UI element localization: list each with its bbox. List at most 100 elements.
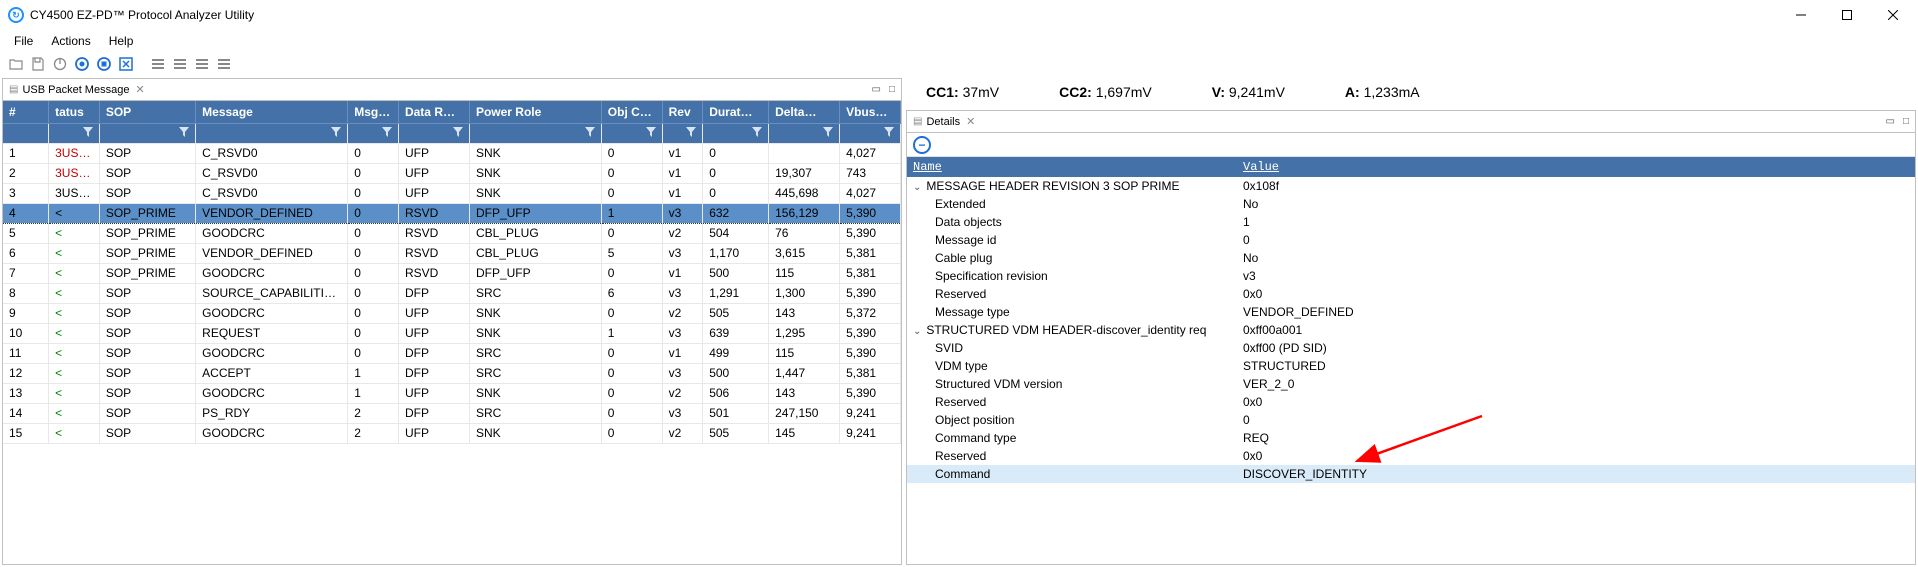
save-icon[interactable] — [28, 54, 48, 74]
details-row[interactable]: Message id0 — [907, 231, 1915, 249]
caret-down-icon[interactable]: ⌄ — [913, 326, 923, 337]
filter-icon[interactable] — [585, 126, 595, 140]
caret-down-icon[interactable]: ⌄ — [913, 182, 923, 193]
details-col-empty[interactable] — [1437, 157, 1915, 177]
details-row[interactable]: ⌄ STRUCTURED VDM HEADER-discover_identit… — [907, 321, 1915, 339]
filter-icon[interactable] — [331, 126, 341, 140]
details-row[interactable]: ExtendedNo — [907, 195, 1915, 213]
details-row[interactable]: Cable plugNo — [907, 249, 1915, 267]
filter-icon[interactable] — [686, 126, 696, 140]
column-header[interactable]: Power Role — [469, 101, 601, 123]
details-restore-icon[interactable]: □ — [1903, 116, 1909, 127]
filter-icon[interactable] — [179, 126, 189, 140]
filter-icon[interactable] — [646, 126, 656, 140]
details-col-value[interactable]: Value — [1237, 157, 1437, 177]
packets-tab-close-icon[interactable]: ✕ — [135, 83, 144, 96]
table-row[interactable]: 10<SOPREQUEST0UFPSNK1v36391,2955,390 — [3, 323, 901, 343]
packets-tab[interactable]: ▤ USB Packet Message ✕ — [3, 81, 151, 98]
table-row[interactable]: 11<SOPGOODCRC0DFPSRC0v14991155,390 — [3, 343, 901, 363]
column-filter[interactable] — [398, 123, 469, 143]
details-col-name[interactable]: Name — [907, 157, 1237, 177]
details-row[interactable]: Specification revisionv3 — [907, 267, 1915, 285]
table-row[interactable]: 8<SOPSOURCE_CAPABILITI…0DFPSRC6v31,2911,… — [3, 283, 901, 303]
column-header[interactable]: # — [3, 101, 49, 123]
open-icon[interactable] — [6, 54, 26, 74]
column-filter[interactable] — [840, 123, 901, 143]
column-filter[interactable] — [3, 123, 49, 143]
pane-restore-icon[interactable]: □ — [889, 84, 895, 95]
table-row[interactable]: 23US_…SOPC_RSVD00UFPSNK0v1019,307743 — [3, 163, 901, 183]
filter-icon[interactable] — [884, 126, 894, 140]
column-filter[interactable] — [662, 123, 703, 143]
table-row[interactable]: 6<SOP_PRIMEVENDOR_DEFINED0RSVDCBL_PLUG5v… — [3, 243, 901, 263]
column-header[interactable]: tatus — [49, 101, 100, 123]
table-row[interactable]: 5<SOP_PRIMEGOODCRC0RSVDCBL_PLUG0v2504765… — [3, 223, 901, 243]
power-icon[interactable] — [50, 54, 70, 74]
table-row[interactable]: 15<SOPGOODCRC2UFPSNK0v25051459,241 — [3, 423, 901, 443]
column-header[interactable]: Rev — [662, 101, 703, 123]
minimize-button[interactable] — [1778, 0, 1824, 30]
table-row[interactable]: 7<SOP_PRIMEGOODCRC0RSVDDFP_UFP0v15001155… — [3, 263, 901, 283]
column-header[interactable]: Obj C… — [601, 101, 662, 123]
collapse-all-icon[interactable]: − — [913, 136, 931, 154]
details-tab[interactable]: ▤ Details ✕ — [907, 113, 981, 130]
details-row[interactable]: Reserved0x0 — [907, 285, 1915, 303]
details-table[interactable]: Name Value ⌄ MESSAGE HEADER REVISION 3 S… — [907, 157, 1915, 483]
column-header[interactable]: Durat… — [703, 101, 769, 123]
details-row[interactable]: Command typeREQ — [907, 429, 1915, 447]
column-filter[interactable] — [49, 123, 100, 143]
column-header[interactable]: Msg… — [348, 101, 399, 123]
details-row[interactable]: Data objects1 — [907, 213, 1915, 231]
column-filter[interactable] — [769, 123, 840, 143]
list2-icon[interactable] — [170, 54, 190, 74]
details-row[interactable]: VDM typeSTRUCTURED — [907, 357, 1915, 375]
clear-icon[interactable] — [116, 54, 136, 74]
column-header[interactable]: SOP — [99, 101, 195, 123]
column-filter[interactable] — [469, 123, 601, 143]
record-icon[interactable] — [72, 54, 92, 74]
details-row[interactable]: Object position0 — [907, 411, 1915, 429]
column-filter[interactable] — [703, 123, 769, 143]
list4-icon[interactable] — [214, 54, 234, 74]
table-cell: 0 — [348, 183, 399, 203]
menu-actions[interactable]: Actions — [43, 32, 98, 50]
menu-help[interactable]: Help — [101, 32, 142, 50]
table-row[interactable]: 14<SOPPS_RDY2DFPSRC0v3501247,1509,241 — [3, 403, 901, 423]
table-row[interactable]: 13<SOPGOODCRC1UFPSNK0v25061435,390 — [3, 383, 901, 403]
list3-icon[interactable] — [192, 54, 212, 74]
details-row[interactable]: ⌄ MESSAGE HEADER REVISION 3 SOP PRIME0x1… — [907, 177, 1915, 195]
details-row[interactable]: Message typeVENDOR_DEFINED — [907, 303, 1915, 321]
details-row[interactable]: CommandDISCOVER_IDENTITY — [907, 465, 1915, 483]
filter-icon[interactable] — [382, 126, 392, 140]
filter-icon[interactable] — [83, 126, 93, 140]
column-header[interactable]: Delta… — [769, 101, 840, 123]
list1-icon[interactable] — [148, 54, 168, 74]
menu-file[interactable]: File — [6, 32, 41, 50]
table-row[interactable]: 9<SOPGOODCRC0UFPSNK0v25051435,372 — [3, 303, 901, 323]
details-tab-close-icon[interactable]: ✕ — [966, 115, 975, 128]
maximize-button[interactable] — [1824, 0, 1870, 30]
column-filter[interactable] — [99, 123, 195, 143]
table-row[interactable]: 33US_…SOPC_RSVD00UFPSNK0v10445,6984,027 — [3, 183, 901, 203]
table-row[interactable]: 4<SOP_PRIMEVENDOR_DEFINED0RSVDDFP_UFP1v3… — [3, 203, 901, 223]
column-header[interactable]: Vbus… — [840, 101, 901, 123]
filter-icon[interactable] — [752, 126, 762, 140]
column-filter[interactable] — [348, 123, 399, 143]
details-row[interactable]: Reserved0x0 — [907, 393, 1915, 411]
filter-icon[interactable] — [823, 126, 833, 140]
details-row[interactable]: Structured VDM versionVER_2_0 — [907, 375, 1915, 393]
column-filter[interactable] — [601, 123, 662, 143]
column-header[interactable]: Data R… — [398, 101, 469, 123]
table-row[interactable]: 13US_…SOPC_RSVD00UFPSNK0v104,027 — [3, 143, 901, 163]
details-row[interactable]: Reserved0x0 — [907, 447, 1915, 465]
column-filter[interactable] — [196, 123, 348, 143]
filter-icon[interactable] — [453, 126, 463, 140]
table-row[interactable]: 12<SOPACCEPT1DFPSRC0v35001,4475,381 — [3, 363, 901, 383]
details-minimize-icon[interactable]: ▭ — [1886, 116, 1895, 127]
details-row[interactable]: SVID0xff00 (PD SID) — [907, 339, 1915, 357]
pane-minimize-icon[interactable]: ▭ — [872, 84, 881, 95]
column-header[interactable]: Message — [196, 101, 348, 123]
stop-icon[interactable] — [94, 54, 114, 74]
close-button[interactable] — [1870, 0, 1916, 30]
packet-table[interactable]: #tatusSOPMessageMsg…Data R…Power RoleObj… — [3, 101, 901, 444]
